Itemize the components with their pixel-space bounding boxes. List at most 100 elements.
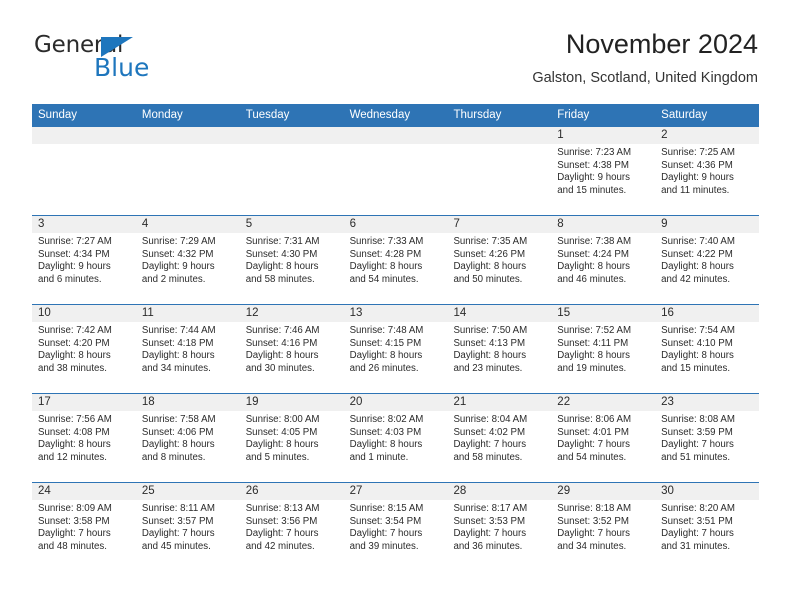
sunset-text: Sunset: 4:20 PM [38,337,110,349]
day-number [343,127,448,144]
day-details: Sunrise: 7:54 AM Sunset: 4:10 PM Dayligh… [655,322,759,375]
sunset-text: Sunset: 4:38 PM [557,159,629,171]
day-number: 29 [551,483,656,500]
day-cell[interactable]: 30 Sunrise: 8:20 AM Sunset: 3:51 PM Dayl… [655,483,760,571]
daylight-text-line1: Daylight: 8 hours [245,439,319,451]
day-cell[interactable]: 22 Sunrise: 8:06 AM Sunset: 4:01 PM Dayl… [551,394,656,482]
day-cell[interactable]: 9 Sunrise: 7:40 AM Sunset: 4:22 PM Dayli… [655,216,760,304]
day-cell[interactable]: 8 Sunrise: 7:38 AM Sunset: 4:24 PM Dayli… [551,216,656,304]
daylight-text-line2: and 12 minutes. [38,451,107,463]
sunset-text: Sunset: 4:11 PM [557,337,629,349]
day-cell[interactable]: 15 Sunrise: 7:52 AM Sunset: 4:11 PM Dayl… [551,305,656,393]
daylight-text-line2: and 34 minutes. [557,540,627,552]
day-cell[interactable]: 11 Sunrise: 7:44 AM Sunset: 4:18 PM Dayl… [135,305,240,393]
daylight-text-line1: Daylight: 8 hours [349,439,423,451]
daylight-text-line1: Daylight: 8 hours [661,261,734,273]
day-cell[interactable]: 24 Sunrise: 8:09 AM Sunset: 3:58 PM Dayl… [32,483,136,571]
daylight-text-line1: Daylight: 9 hours [38,261,111,273]
day-cell[interactable]: 14 Sunrise: 7:50 AM Sunset: 4:13 PM Dayl… [447,305,552,393]
day-details [136,144,240,147]
sunrise-text: Sunrise: 7:29 AM [141,236,216,247]
sunrise-text: Sunrise: 8:04 AM [453,414,528,425]
daylight-text-line2: and 45 minutes. [141,540,211,552]
day-number: 17 [32,394,136,411]
sunrise-text: Sunrise: 8:02 AM [349,414,424,425]
day-details [447,144,551,147]
day-number: 5 [239,216,344,233]
weekday-header-row: Sunday Monday Tuesday Wednesday Thursday… [32,104,759,126]
day-cell[interactable]: 10 Sunrise: 7:42 AM Sunset: 4:20 PM Dayl… [32,305,136,393]
day-cell[interactable] [343,127,448,215]
day-details: Sunrise: 7:44 AM Sunset: 4:18 PM Dayligh… [136,322,240,375]
daylight-text-line2: and 15 minutes. [557,184,627,196]
daylight-text-line1: Daylight: 7 hours [557,528,630,540]
day-cell[interactable]: 17 Sunrise: 7:56 AM Sunset: 4:08 PM Dayl… [32,394,136,482]
day-cell[interactable] [239,127,344,215]
daylight-text-line1: Daylight: 7 hours [141,528,215,540]
day-details: Sunrise: 8:18 AM Sunset: 3:52 PM Dayligh… [551,500,655,553]
day-cell[interactable]: 3 Sunrise: 7:27 AM Sunset: 4:34 PM Dayli… [32,216,136,304]
day-cell[interactable]: 28 Sunrise: 8:17 AM Sunset: 3:53 PM Dayl… [447,483,552,571]
daylight-text-line1: Daylight: 8 hours [245,350,319,362]
daylight-text-line2: and 42 minutes. [661,273,731,285]
day-cell[interactable]: 2 Sunrise: 7:25 AM Sunset: 4:36 PM Dayli… [655,127,760,215]
daylight-text-line1: Daylight: 8 hours [453,261,527,273]
day-cell[interactable]: 26 Sunrise: 8:13 AM Sunset: 3:56 PM Dayl… [239,483,344,571]
day-details: Sunrise: 8:11 AM Sunset: 3:57 PM Dayligh… [136,500,240,553]
sunrise-text: Sunrise: 7:40 AM [661,236,735,247]
sunset-text: Sunset: 3:53 PM [453,515,526,527]
daylight-text-line1: Daylight: 7 hours [661,528,734,540]
day-cell[interactable]: 12 Sunrise: 7:46 AM Sunset: 4:16 PM Dayl… [239,305,344,393]
daylight-text-line1: Daylight: 8 hours [38,439,111,451]
day-number: 15 [551,305,656,322]
sunrise-text: Sunrise: 7:46 AM [245,325,320,336]
day-cell[interactable]: 18 Sunrise: 7:58 AM Sunset: 4:06 PM Dayl… [135,394,240,482]
sunset-text: Sunset: 4:36 PM [661,159,733,171]
day-cell[interactable] [447,127,552,215]
day-details: Sunrise: 8:08 AM Sunset: 3:59 PM Dayligh… [655,411,759,464]
daylight-text-line2: and 34 minutes. [141,362,211,374]
sunrise-text: Sunrise: 7:23 AM [557,147,632,158]
day-cell[interactable]: 21 Sunrise: 8:04 AM Sunset: 4:02 PM Dayl… [447,394,552,482]
day-number: 13 [343,305,448,322]
day-number: 11 [135,305,240,322]
daylight-text-line2: and 8 minutes. [141,451,206,463]
day-details: Sunrise: 7:31 AM Sunset: 4:30 PM Dayligh… [240,233,344,286]
day-number: 1 [551,127,656,144]
sunset-text: Sunset: 4:01 PM [557,426,629,438]
day-cell[interactable]: 1 Sunrise: 7:23 AM Sunset: 4:38 PM Dayli… [551,127,656,215]
day-cell[interactable]: 4 Sunrise: 7:29 AM Sunset: 4:32 PM Dayli… [135,216,240,304]
sunrise-text: Sunrise: 7:27 AM [38,236,112,247]
day-cell[interactable]: 5 Sunrise: 7:31 AM Sunset: 4:30 PM Dayli… [239,216,344,304]
day-cell[interactable] [135,127,240,215]
daylight-text-line1: Daylight: 8 hours [557,350,630,362]
day-number: 10 [32,305,136,322]
page-header: General Blue November 2024 Galston, Scot… [34,28,758,96]
day-cell[interactable]: 19 Sunrise: 8:00 AM Sunset: 4:05 PM Dayl… [239,394,344,482]
day-number: 7 [447,216,552,233]
day-details: Sunrise: 7:33 AM Sunset: 4:28 PM Dayligh… [344,233,448,286]
calendar-week-row: 10 Sunrise: 7:42 AM Sunset: 4:20 PM Dayl… [32,304,760,393]
day-cell[interactable]: 16 Sunrise: 7:54 AM Sunset: 4:10 PM Dayl… [655,305,760,393]
day-cell[interactable]: 20 Sunrise: 8:02 AM Sunset: 4:03 PM Dayl… [343,394,448,482]
day-cell[interactable]: 25 Sunrise: 8:11 AM Sunset: 3:57 PM Dayl… [135,483,240,571]
daylight-text-line2: and 1 minute. [349,451,409,463]
day-number: 12 [239,305,344,322]
day-details: Sunrise: 7:38 AM Sunset: 4:24 PM Dayligh… [551,233,655,286]
day-cell[interactable]: 23 Sunrise: 8:08 AM Sunset: 3:59 PM Dayl… [655,394,760,482]
day-details: Sunrise: 7:48 AM Sunset: 4:15 PM Dayligh… [344,322,448,375]
daylight-text-line2: and 5 minutes. [245,451,310,463]
general-blue-logo[interactable]: General Blue [34,32,234,90]
sunrise-text: Sunrise: 7:31 AM [245,236,320,247]
day-cell[interactable]: 29 Sunrise: 8:18 AM Sunset: 3:52 PM Dayl… [551,483,656,571]
day-cell[interactable]: 6 Sunrise: 7:33 AM Sunset: 4:28 PM Dayli… [343,216,448,304]
day-cell[interactable]: 7 Sunrise: 7:35 AM Sunset: 4:26 PM Dayli… [447,216,552,304]
day-cell[interactable] [32,127,136,215]
day-cell[interactable]: 27 Sunrise: 8:15 AM Sunset: 3:54 PM Dayl… [343,483,448,571]
calendar-grid: Sunday Monday Tuesday Wednesday Thursday… [32,104,760,571]
day-cell[interactable]: 13 Sunrise: 7:48 AM Sunset: 4:15 PM Dayl… [343,305,448,393]
daylight-text-line1: Daylight: 8 hours [557,261,630,273]
daylight-text-line2: and 58 minutes. [245,273,315,285]
sunrise-text: Sunrise: 7:48 AM [349,325,424,336]
sunset-text: Sunset: 4:34 PM [38,248,110,260]
